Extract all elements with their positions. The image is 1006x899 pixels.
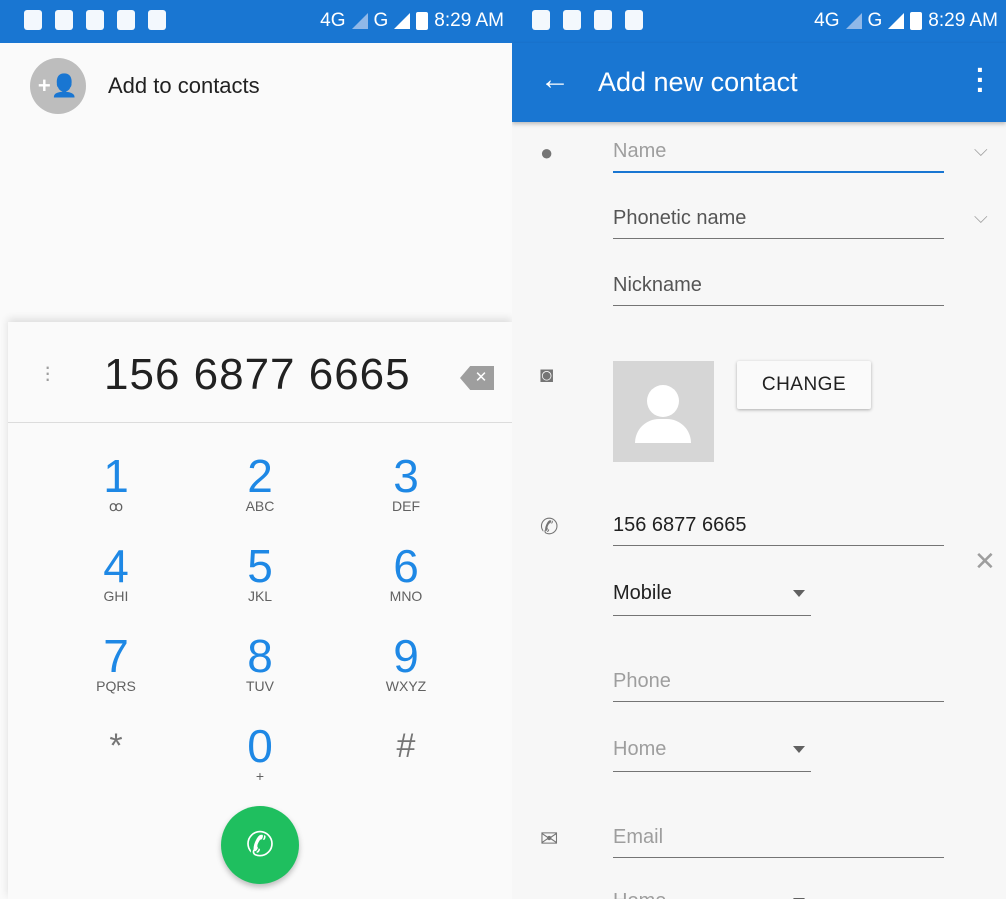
phone2-field[interactable]: Phone: [613, 670, 944, 702]
key-0[interactable]: 0 +: [200, 722, 320, 784]
phone-icon: [55, 10, 73, 30]
phone-field[interactable]: 156 6877 6665: [613, 514, 944, 546]
email-type-select[interactable]: Home: [613, 890, 811, 899]
key-hash[interactable]: #: [346, 722, 466, 770]
add-to-contacts-label: Add to contacts: [108, 73, 260, 98]
key-1[interactable]: 1 ꝏ: [56, 452, 176, 515]
signal-icon: [845, 13, 862, 29]
voicemail-icon: ꝏ: [108, 498, 124, 514]
person-icon: ●: [540, 140, 554, 165]
battery-icon: [416, 12, 429, 30]
dialer-screen: 4G G 8:29 AM +👤 Add to contacts · · · 156 …: [0, 0, 512, 899]
add-contact-screen: 4G G 8:29 AM ← Add new contact · · · ● Nam…: [512, 0, 1006, 899]
dialed-number-row: · · · 156 6877 6665 ✕: [8, 322, 512, 423]
message-icon: [563, 10, 581, 30]
overflow-menu-icon[interactable]: · · ·: [44, 356, 51, 390]
key-7[interactable]: 7 PQRS: [56, 632, 176, 694]
key-5[interactable]: 5 JKL: [200, 542, 320, 604]
app-bar: ← Add new contact · · ·: [512, 43, 1006, 122]
sd-card-icon: [24, 10, 42, 30]
phone2-type-select[interactable]: Home: [613, 738, 811, 772]
network-label: 4G: [814, 10, 840, 31]
chevron-down-icon[interactable]: ⌵: [974, 207, 988, 228]
key-6[interactable]: 6 MNO: [346, 542, 466, 604]
back-arrow-icon[interactable]: ←: [540, 63, 570, 97]
backspace-icon[interactable]: ✕: [460, 366, 494, 390]
message-icon: [86, 10, 104, 30]
email-field[interactable]: Email: [613, 826, 944, 858]
battery-icon: [910, 12, 923, 30]
phone-icon: ✆: [540, 514, 559, 539]
key-2[interactable]: 2 ABC: [200, 452, 320, 514]
key-8[interactable]: 8 TUV: [200, 632, 320, 694]
change-photo-button[interactable]: CHANGE: [737, 361, 871, 409]
clear-icon[interactable]: ✕: [974, 546, 996, 577]
clock: 8:29 AM: [434, 10, 504, 31]
chevron-down-icon[interactable]: ⌵: [974, 140, 988, 161]
android-icon: [148, 10, 166, 30]
contact-photo[interactable]: [613, 361, 714, 462]
overflow-menu-icon[interactable]: · · ·: [976, 56, 985, 104]
signal-icon: [888, 13, 905, 29]
key-3[interactable]: 3 DEF: [346, 452, 466, 514]
usb-icon: [117, 10, 135, 30]
network2-label: G: [373, 10, 389, 31]
page-title: Add new contact: [598, 67, 798, 97]
clock: 8:29 AM: [928, 10, 998, 31]
phone-icon: [532, 10, 550, 30]
phonetic-name-field[interactable]: Phonetic name: [613, 207, 944, 239]
camera-icon: ◙: [540, 362, 554, 387]
call-button[interactable]: ✆: [221, 806, 299, 884]
phone-type-select[interactable]: Mobile: [613, 582, 811, 616]
dialpad: · · · 156 6877 6665 ✕ 1 ꝏ 2 ABC 3 DEF 4 GH…: [8, 322, 512, 899]
status-bar: 4G G 8:29 AM: [512, 0, 1006, 43]
network2-label: G: [867, 10, 883, 31]
dropdown-caret-icon: [793, 746, 805, 753]
email-icon: ✉: [540, 826, 559, 851]
add-to-contacts-row[interactable]: +👤 Add to contacts: [30, 58, 260, 114]
signal-icon: [394, 13, 411, 29]
dialed-number[interactable]: 156 6877 6665: [104, 350, 411, 400]
status-bar: 4G G 8:29 AM: [0, 0, 512, 43]
network-label: 4G: [320, 10, 346, 31]
key-4[interactable]: 4 GHI: [56, 542, 176, 604]
android-icon: [625, 10, 643, 30]
name-field[interactable]: Name: [613, 140, 944, 173]
dropdown-caret-icon: [793, 590, 805, 597]
add-contact-icon: +👤: [30, 58, 86, 114]
key-9[interactable]: 9 WXYZ: [346, 632, 466, 694]
key-star[interactable]: *: [56, 722, 176, 770]
call-icon: ✆: [245, 826, 275, 864]
signal-icon: [351, 13, 368, 29]
nickname-field[interactable]: Nickname: [613, 274, 944, 306]
usb-icon: [594, 10, 612, 30]
